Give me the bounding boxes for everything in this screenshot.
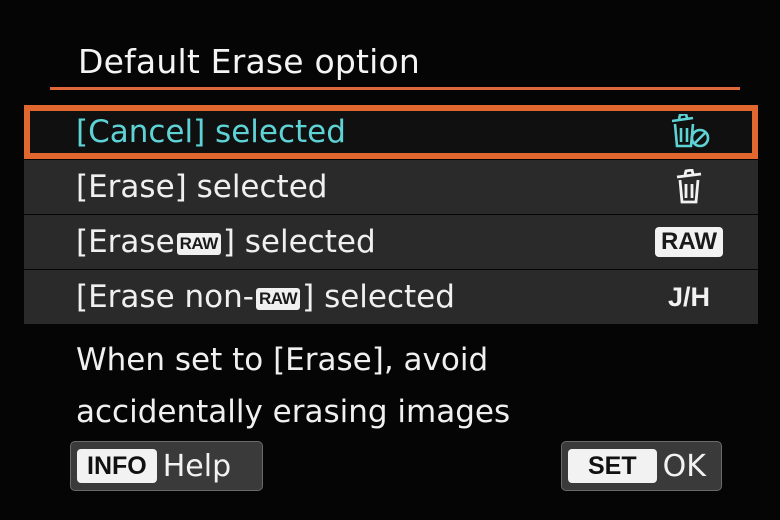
raw-tag: RAW (255, 288, 301, 310)
menu-item-label: [Erase RAW] selected (76, 222, 376, 262)
erase-cancel-icon (654, 113, 724, 151)
info-help-button[interactable]: INFO Help (70, 441, 263, 491)
menu-item-erase-non-raw-selected[interactable]: [Erase non- RAW] selected J/H (24, 270, 758, 324)
menu-item-erase-selected[interactable]: [Erase] selected (24, 160, 758, 214)
trash-icon (654, 168, 724, 206)
raw-badge: RAW (654, 223, 724, 261)
info-key: INFO (77, 449, 157, 483)
help-text-line-2: accidentally erasing images (76, 394, 511, 430)
label-text: [Erase (76, 224, 175, 260)
label-text: ] selected (302, 279, 455, 315)
label-text: [Erase] selected (76, 169, 328, 205)
help-text: When set to [Erase], avoid accidentally … (76, 334, 510, 438)
label-text: [Erase non- (76, 279, 254, 315)
label-text: ] selected (222, 224, 376, 260)
erase-option-list: [Cancel] selected [Erase] selected [Eras… (24, 105, 758, 325)
menu-item-cancel-selected[interactable]: [Cancel] selected (24, 105, 758, 159)
help-label: Help (162, 448, 232, 484)
camera-menu-screen: Default Erase option [Cancel] selected [… (0, 0, 780, 520)
menu-item-label: [Erase] selected (76, 167, 327, 207)
help-text-line-1: When set to [Erase], avoid (76, 342, 489, 378)
set-key: SET (568, 449, 657, 483)
set-ok-button[interactable]: SET OK (561, 441, 722, 491)
title-divider (50, 87, 740, 90)
menu-item-label: [Cancel] selected (76, 112, 346, 152)
jh-text: J/H (667, 281, 711, 312)
jpeg-heif-indicator: J/H (654, 278, 724, 316)
raw-badge-text: RAW (655, 227, 723, 257)
raw-tag: RAW (176, 233, 221, 255)
label-text: [Cancel] selected (76, 114, 346, 150)
menu-item-erase-raw-selected[interactable]: [Erase RAW] selected RAW (24, 215, 758, 269)
ok-label: OK (662, 448, 706, 484)
menu-item-label: [Erase non- RAW] selected (76, 277, 455, 317)
page-title: Default Erase option (78, 42, 421, 81)
